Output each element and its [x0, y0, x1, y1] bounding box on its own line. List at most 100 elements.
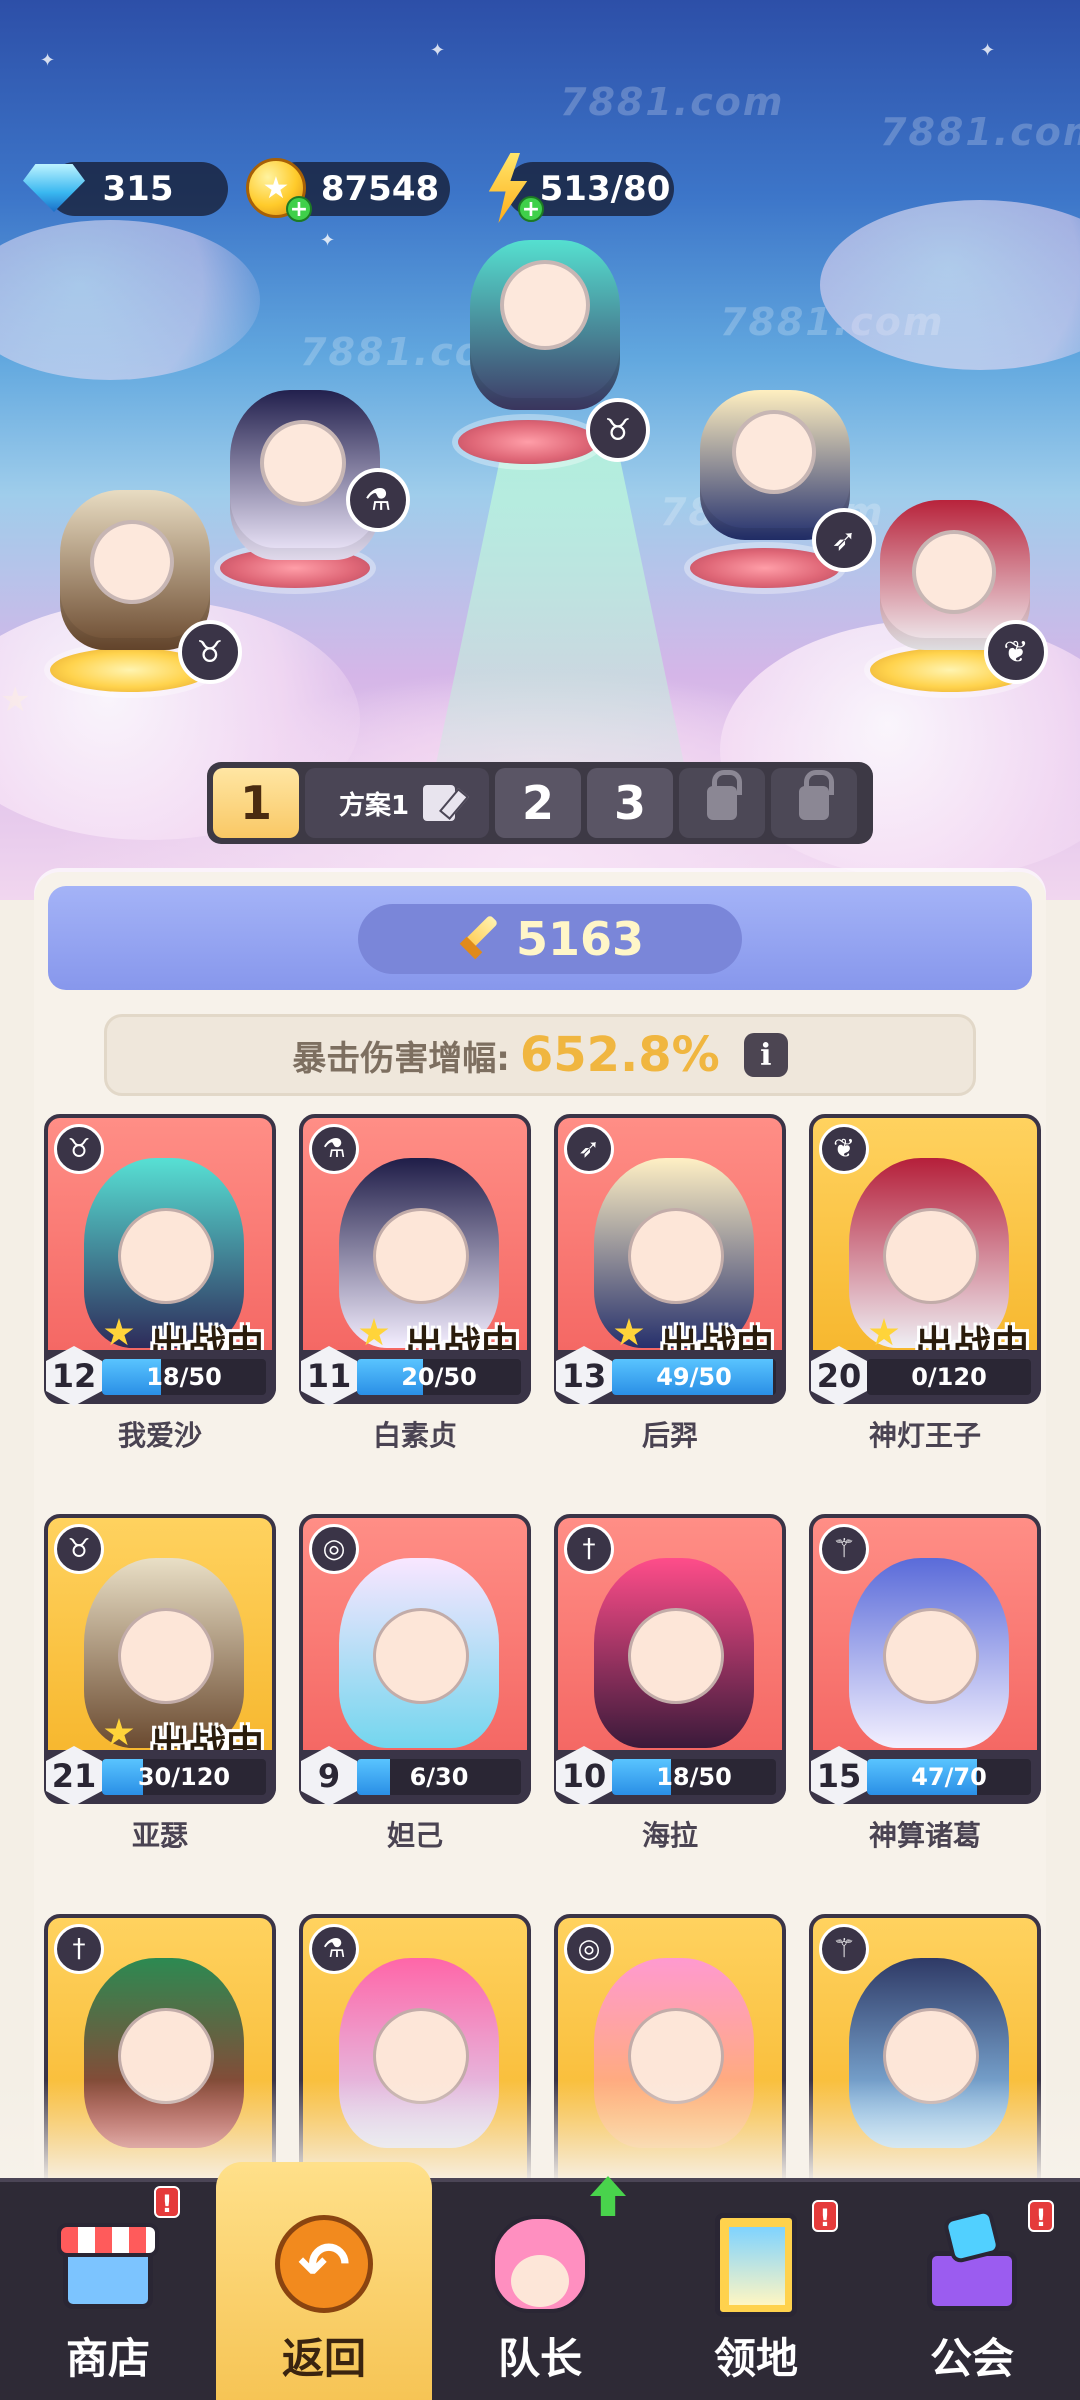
plan-label: 方案1	[338, 790, 410, 821]
level-bar: 12 18/50	[44, 1346, 276, 1406]
hero-level: 9	[301, 1746, 357, 1806]
gold-coin-icon[interactable]: ★ +	[236, 148, 316, 228]
team-panel: 5163 暴击伤害增幅: 652.8% i ♉ 出战中 12 18/50 我爱沙 ⚗ 出战中…	[34, 872, 1046, 2204]
hero-name: 神算诸葛	[868, 1819, 981, 1852]
level-bar: 21 30/120	[44, 1746, 276, 1806]
crit-value: 652.8%	[519, 1027, 720, 1083]
spiral-icon: ◎	[309, 1524, 359, 1574]
power-bar: 5163	[48, 886, 1032, 990]
xp-text: 18/50	[656, 1763, 732, 1791]
hero-face	[628, 1608, 724, 1704]
sparkle-icon: ✦	[430, 40, 446, 61]
xp-text: 18/50	[146, 1363, 222, 1391]
hero-head	[260, 420, 346, 506]
list-fade	[0, 2080, 1080, 2180]
xp-progress-track: 47/70	[867, 1759, 1031, 1795]
alert-badge: !	[812, 2200, 838, 2232]
xp-text: 49/50	[656, 1363, 732, 1391]
nav-captain-label: 队长	[497, 2334, 582, 2383]
nav-back[interactable]: ↶ 返回	[216, 2162, 432, 2400]
hero-platform	[458, 420, 598, 464]
nav-captain[interactable]: 队长	[432, 2176, 648, 2400]
xp-progress-track: 30/120	[102, 1759, 266, 1795]
hero-name: 海拉	[641, 1819, 698, 1852]
hero-card[interactable]: ❦ 出战中 20 0/120 神灯王子	[809, 1114, 1041, 1452]
info-icon[interactable]: i	[743, 1033, 788, 1077]
hero-face	[883, 1608, 979, 1704]
xp-progress-track: 49/50	[612, 1359, 776, 1395]
hero-head	[912, 530, 996, 614]
upgrade-arrow-icon	[590, 2176, 626, 2216]
hero-card[interactable]: ➶ 出战中 13 49/50 后羿	[554, 1114, 786, 1452]
plus-icon[interactable]: +	[518, 196, 544, 222]
hero-level: 15	[811, 1746, 867, 1806]
formation-slot-1[interactable]: 1	[213, 768, 299, 838]
lock-icon	[707, 770, 742, 820]
xp-progress-track: 18/50	[102, 1359, 266, 1395]
xp-text: 30/120	[137, 1763, 231, 1791]
hero-card[interactable]: ⚚ 15 47/70 神算诸葛	[809, 1514, 1041, 1852]
hero-face	[373, 1608, 469, 1704]
hero-level: 12	[46, 1346, 102, 1406]
hero-card[interactable]: ♉ 出战中 12 18/50 我爱沙	[44, 1114, 276, 1452]
alert-badge: !	[154, 2186, 180, 2218]
scene-hero-knight[interactable]	[60, 490, 210, 650]
hero-card[interactable]: ⚗ 出战中 11 20/50 白素贞	[299, 1114, 531, 1452]
portal-icon	[701, 2209, 811, 2319]
sparkle-icon: ✦	[320, 230, 336, 251]
scene-hero-snowboarder[interactable]	[470, 240, 620, 410]
potion-icon: ⚗	[346, 468, 410, 532]
level-bar: 15 47/70	[809, 1746, 1041, 1806]
spiral-icon: ◎	[564, 1924, 614, 1974]
xp-text: 0/120	[911, 1363, 987, 1391]
hero-name: 亚瑟	[131, 1819, 188, 1852]
hero-card[interactable]: ◎ 9 6/30 妲己	[299, 1514, 531, 1852]
xp-progress-track: 0/120	[867, 1359, 1031, 1395]
lock-icon	[799, 770, 834, 820]
formation-slot-3[interactable]: 3	[587, 768, 673, 838]
formation-slot-locked[interactable]	[771, 768, 857, 838]
hero-name: 白素贞	[372, 1419, 457, 1452]
plan-name-button[interactable]: 方案1	[305, 768, 489, 838]
hero-name: 后羿	[641, 1419, 698, 1452]
level-bar: 9 6/30	[299, 1746, 531, 1806]
hero-head	[732, 410, 816, 494]
potion-icon: ⚗	[309, 1924, 359, 1974]
crit-damage-bonus: 暴击伤害增幅: 652.8% i	[104, 1014, 976, 1096]
formation-slot-locked[interactable]	[679, 768, 765, 838]
cloud	[0, 220, 260, 380]
energy-bolt-icon[interactable]: +	[468, 148, 548, 228]
ox-icon: ♉	[178, 620, 242, 684]
shop-icon	[53, 2209, 163, 2319]
hero-name: 妲己	[386, 1819, 443, 1852]
captain-avatar-icon	[485, 2209, 595, 2319]
xp-progress-track: 6/30	[357, 1759, 521, 1795]
nav-back-label: 返回	[281, 2334, 366, 2383]
nav-territory[interactable]: 领地 !	[648, 2182, 864, 2400]
bottom-nav: 商店 ! ↶ 返回 队长 领地 ! 公会 !	[0, 2162, 1080, 2400]
level-bar: 10 18/50	[554, 1746, 786, 1806]
plus-icon[interactable]: +	[286, 196, 312, 222]
edit-icon[interactable]	[423, 785, 456, 821]
xp-text: 20/50	[401, 1363, 477, 1391]
xp-progress-track: 18/50	[612, 1759, 776, 1795]
hero-card[interactable]: † 10 18/50 海拉	[554, 1514, 786, 1852]
hero-card[interactable]: ♉ 出战中 21 30/120 亚瑟	[44, 1514, 276, 1852]
alert-badge: !	[1028, 2200, 1054, 2232]
sparkle-icon: ✦	[980, 40, 996, 61]
hero-face	[118, 1208, 214, 1304]
formation-slot-2[interactable]: 2	[495, 768, 581, 838]
hero-head	[90, 520, 174, 604]
level-bar: 20 0/120	[809, 1346, 1041, 1406]
xp-progress-track: 20/50	[357, 1359, 521, 1395]
hero-face	[118, 1608, 214, 1704]
hero-level: 10	[556, 1746, 612, 1806]
return-arrow-icon: ↶	[269, 2209, 379, 2319]
staff-icon: ⚚	[819, 1524, 869, 1574]
cloud	[820, 200, 1080, 370]
nav-shop[interactable]: 商店 !	[0, 2182, 216, 2400]
crit-label: 暴击伤害增幅:	[292, 1038, 510, 1079]
hero-face	[373, 1208, 469, 1304]
level-bar: 11 20/50	[299, 1346, 531, 1406]
nav-guild[interactable]: 公会 !	[864, 2182, 1080, 2400]
